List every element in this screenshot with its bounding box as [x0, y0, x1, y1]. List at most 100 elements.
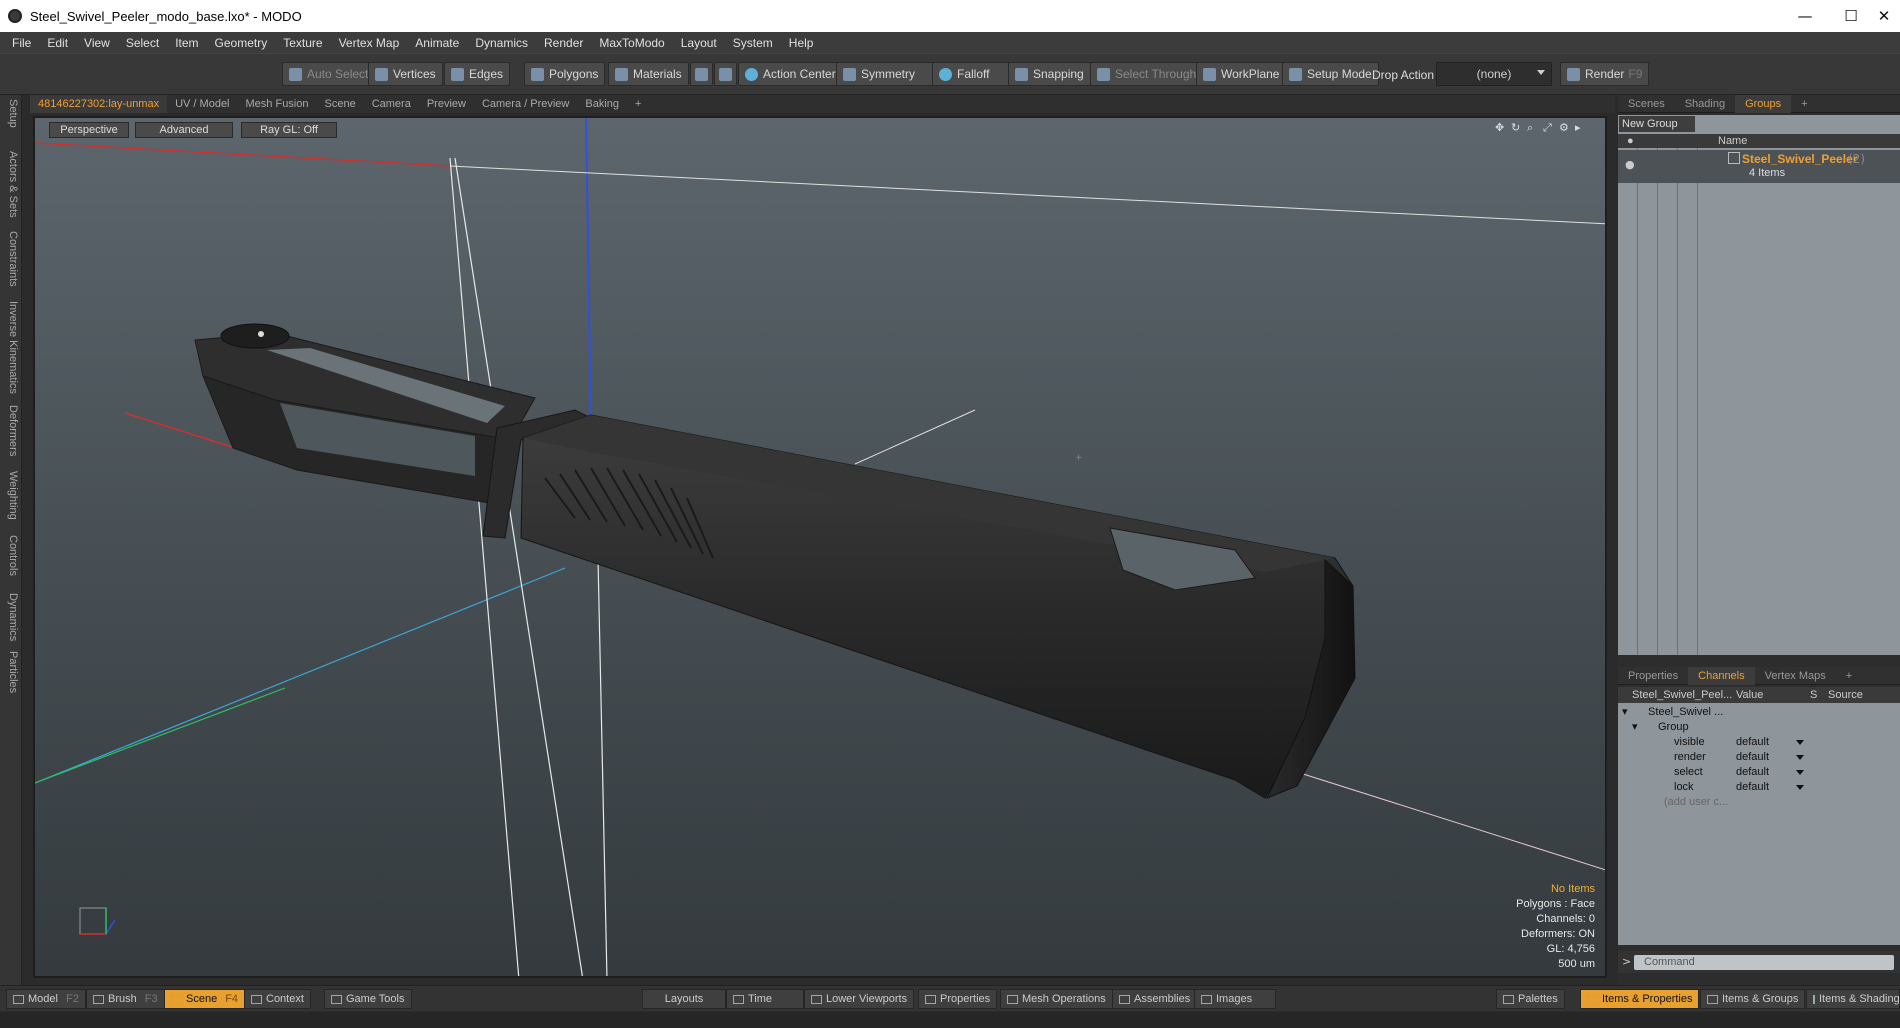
menu-animate[interactable]: Animate [407, 36, 467, 50]
game-tools-layout-button[interactable]: Game Tools [324, 989, 412, 1009]
polygons-button[interactable]: Polygons [524, 62, 606, 86]
brush-layout-button[interactable]: Brush F3 [86, 989, 165, 1009]
tab-preview[interactable]: Preview [419, 95, 474, 113]
advanced-button[interactable]: Advanced [135, 122, 233, 138]
tab-groups[interactable]: Groups [1735, 94, 1792, 113]
workplane-button[interactable]: WorkPlane [1196, 62, 1287, 86]
menu-view[interactable]: View [76, 36, 118, 50]
raygl-button[interactable]: Ray GL: Off [241, 122, 337, 138]
command-input[interactable]: Command [1634, 955, 1894, 970]
edges-button[interactable]: Edges [444, 62, 511, 86]
tab-deformers[interactable]: Deformers [3, 405, 19, 456]
drop-action-dropdown[interactable]: (none) [1436, 62, 1552, 86]
tab-particles[interactable]: Particles [3, 651, 19, 693]
tab-scenes[interactable]: Scenes [1618, 95, 1675, 113]
menu-vertex-map[interactable]: Vertex Map [331, 36, 408, 50]
tab-camera-preview[interactable]: Camera / Preview [474, 95, 577, 113]
arrow-right-icon[interactable]: ▸ [1575, 122, 1587, 134]
menu-system[interactable]: System [725, 36, 781, 50]
chevron-down-icon[interactable] [1796, 740, 1804, 745]
menu-edit[interactable]: Edit [39, 36, 76, 50]
tab-setup[interactable]: Setup [3, 99, 19, 128]
minimize-button[interactable]: — [1782, 0, 1828, 32]
add-tab-button[interactable]: + [627, 95, 649, 113]
tab-actors-sets[interactable]: Actors & Sets [3, 151, 19, 218]
select-mode-2-button[interactable] [714, 62, 737, 86]
palettes-button[interactable]: Palettes [1496, 989, 1565, 1009]
menu-geometry[interactable]: Geometry [207, 36, 276, 50]
menu-file[interactable]: File [4, 36, 39, 50]
tab-properties[interactable]: Properties [1618, 667, 1688, 685]
menu-help[interactable]: Help [781, 36, 822, 50]
properties-button[interactable]: Properties [918, 989, 998, 1009]
settings-icon[interactable]: ⚙ [1559, 122, 1571, 134]
menu-maxtomodo[interactable]: MaxToModo [591, 36, 672, 50]
menu-dynamics[interactable]: Dynamics [467, 36, 536, 50]
time-button[interactable]: Time [726, 989, 804, 1009]
auto-select-button[interactable]: Auto Select [282, 62, 376, 86]
lower-viewports-button[interactable]: Lower Viewports [804, 989, 915, 1009]
rotate-icon[interactable]: ↻ [1511, 122, 1523, 134]
menu-item[interactable]: Item [167, 36, 206, 50]
tab-mesh-fusion[interactable]: Mesh Fusion [238, 95, 317, 113]
chevron-down-icon[interactable] [1796, 755, 1804, 760]
3d-viewport[interactable]: + Perspective Advanced Ray GL: Off ✥ ↻ ⌕… [33, 116, 1607, 978]
tab-camera[interactable]: Camera [364, 95, 419, 113]
tab-baking[interactable]: Baking [577, 95, 627, 113]
channel-row[interactable]: visible default [1618, 735, 1900, 750]
menu-select[interactable]: Select [118, 36, 167, 50]
group-row[interactable]: ● Steel_Swivel_Peeler (2) 4 Items [1618, 150, 1900, 183]
add-user-channel-row[interactable]: (add user c... [1618, 795, 1900, 810]
tab-controls[interactable]: Controls [3, 535, 19, 576]
menu-texture[interactable]: Texture [275, 36, 330, 50]
visibility-eye-icon[interactable]: ● [1625, 158, 1635, 171]
items-shading-button[interactable]: Items & Shading [1806, 989, 1900, 1009]
channel-root-row[interactable]: ▾ Steel_Swivel ... [1618, 705, 1900, 720]
render-button[interactable]: Render F9 [1560, 62, 1650, 86]
select-through-button[interactable]: Select Through [1090, 62, 1204, 86]
tab-dynamics[interactable]: Dynamics [3, 593, 19, 641]
assemblies-button[interactable]: Assemblies [1112, 989, 1198, 1009]
model-layout-button[interactable]: Model F2 [6, 989, 86, 1009]
tab-inverse-kinematics[interactable]: Inverse Kinematics [3, 301, 19, 394]
falloff-button[interactable]: Falloff [932, 62, 1010, 86]
zoom-icon[interactable]: ⌕ [1527, 122, 1539, 134]
channel-row[interactable]: render default [1618, 750, 1900, 765]
action-center-button[interactable]: Action Center [738, 62, 843, 86]
expand-arrow-icon[interactable]: ▾ [1622, 705, 1628, 720]
tab-shading[interactable]: Shading [1675, 95, 1735, 113]
images-button[interactable]: Images [1194, 989, 1276, 1009]
menu-layout[interactable]: Layout [673, 36, 725, 50]
chevron-down-icon[interactable] [1796, 770, 1804, 775]
perspective-button[interactable]: Perspective [49, 122, 129, 138]
tab-vertex-maps[interactable]: Vertex Maps [1755, 667, 1836, 685]
fit-icon[interactable]: ⤢ [1543, 122, 1555, 134]
menu-render[interactable]: Render [536, 36, 591, 50]
items-properties-button[interactable]: Items & Properties [1580, 989, 1700, 1009]
tab-constraints[interactable]: Constraints [3, 231, 19, 287]
chevron-down-icon[interactable] [1796, 785, 1804, 790]
snapping-button[interactable]: Snapping [1008, 62, 1091, 86]
channel-group-row[interactable]: ▾ Group [1618, 720, 1900, 735]
tab-scene[interactable]: Scene [317, 95, 364, 113]
items-groups-button[interactable]: Items & Groups [1700, 989, 1806, 1009]
tab-channels[interactable]: Channels [1688, 666, 1755, 685]
select-mode-1-button[interactable] [690, 62, 713, 86]
close-button[interactable]: ✕ [1868, 0, 1900, 32]
tab-weighting[interactable]: Weighting [3, 471, 19, 520]
scene-layout-button[interactable]: Scene F4 [164, 989, 246, 1009]
expand-arrow-icon[interactable]: ▾ [1632, 720, 1638, 735]
channel-row[interactable]: select default [1618, 765, 1900, 780]
add-panel-tab-button[interactable]: + [1836, 667, 1862, 685]
context-layout-button[interactable]: Context [244, 989, 311, 1009]
channel-row[interactable]: lock default [1618, 780, 1900, 795]
pan-icon[interactable]: ✥ [1495, 122, 1507, 134]
new-group-button[interactable]: New Group [1619, 116, 1695, 132]
layouts-button[interactable]: Layouts [642, 989, 726, 1009]
symmetry-button[interactable]: Symmetry [836, 62, 934, 86]
mesh-operations-button[interactable]: Mesh Operations [1000, 989, 1113, 1009]
add-panel-tab-button[interactable]: + [1791, 95, 1817, 113]
vertices-button[interactable]: Vertices [368, 62, 443, 86]
tab-uv-model[interactable]: UV / Model [167, 95, 237, 113]
setup-mode-button[interactable]: Setup Mode [1282, 62, 1379, 86]
